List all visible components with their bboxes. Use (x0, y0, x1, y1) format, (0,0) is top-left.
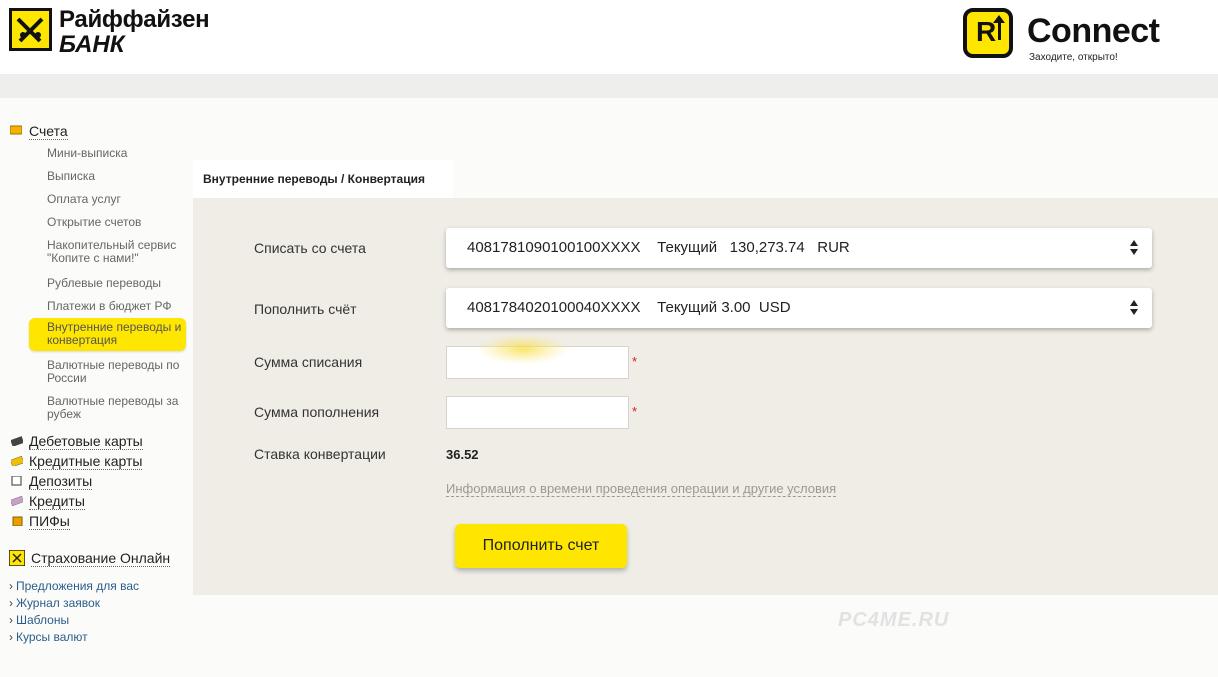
r-connect-logo[interactable]: R Connect Заходите, открыто! (963, 7, 1183, 67)
bank-name-line1: Райффайзен (59, 6, 210, 33)
chevron-right-icon: › (9, 579, 13, 593)
header-band (0, 74, 1218, 98)
credit-amount-label: Сумма пополнения (254, 404, 380, 420)
submit-transfer-button[interactable]: Пополнить счет (455, 524, 627, 568)
raiffeisen-logo[interactable]: Райффайзен БАНК (9, 6, 219, 58)
required-mark: * (632, 354, 638, 369)
required-mark: * (632, 404, 638, 419)
link-exchange-rates[interactable]: › Курсы валют (9, 630, 88, 644)
select-arrows-icon (1129, 238, 1139, 258)
debit-account-label: Списать со счета (254, 240, 366, 256)
debit-account-select[interactable]: 40817810901001​00XXXX Текущий 130,273.74… (446, 228, 1152, 268)
tab-internal-transfers[interactable]: Внутренние переводы / Конвертация (193, 160, 453, 198)
select-arrows-icon (1129, 298, 1139, 318)
debit-card-icon (11, 436, 23, 446)
sidebar-insurance[interactable]: Страхование Онлайн (31, 550, 171, 567)
sidebar-item-open-accounts[interactable]: Открытие счетов (47, 216, 187, 229)
credit-account-value: 4081784020100040XXXX Текущий 3.00 USD (467, 299, 791, 316)
sidebar-item-internal-transfers[interactable]: Внутренние переводы и конвертация (29, 318, 186, 351)
funds-icon (12, 516, 23, 526)
rate-label: Ставка конвертации (254, 446, 386, 462)
chevron-right-icon: › (9, 596, 13, 610)
sidebar-item-rub-transfers[interactable]: Рублевые переводы (47, 277, 187, 290)
sidebar-accounts[interactable]: Счета (29, 123, 68, 140)
rate-value: 36.52 (446, 447, 479, 462)
sidebar-item-budget-payments[interactable]: Платежи в бюджет РФ (47, 300, 187, 313)
sidebar-item-mini-statement[interactable]: Мини-выписка (47, 147, 187, 160)
sidebar-item-statement[interactable]: Выписка (47, 170, 187, 183)
blurred-value (478, 334, 568, 364)
credit-amount-input[interactable] (446, 396, 629, 429)
tab-label: Внутренние переводы / Конвертация (203, 172, 425, 186)
debit-amount-label: Сумма списания (254, 354, 363, 370)
bank-name-line2: БАНК (59, 31, 125, 58)
sidebar-credit-cards[interactable]: Кредитные карты (29, 453, 143, 470)
folder-icon (10, 125, 22, 135)
insurance-icon (9, 550, 25, 566)
sidebar-item-savings[interactable]: Накопительный сервис "Копите с нами!" (47, 239, 187, 265)
sidebar-credits[interactable]: Кредиты (29, 493, 85, 510)
credit-card-icon (11, 456, 23, 466)
sidebar-debit-cards[interactable]: Дебетовые карты (29, 433, 143, 450)
connect-title: Connect (1027, 12, 1160, 50)
credit-account-select[interactable]: 4081784020100040XXXX Текущий 3.00 USD (446, 288, 1152, 328)
top-header: Райффайзен БАНК R Connect Заходите, откр… (0, 0, 1218, 74)
raiffeisen-emblem-icon (9, 8, 52, 51)
sidebar-item-fx-russia[interactable]: Валютные переводы по России (47, 359, 187, 385)
credit-account-label: Пополнить счёт (254, 301, 357, 317)
r-connect-icon: R (963, 8, 1013, 58)
sidebar-deposits[interactable]: Депозиты (29, 473, 93, 490)
sidebar-item-fx-abroad[interactable]: Валютные переводы за рубеж (47, 395, 187, 421)
debit-account-value: 40817810901001​00XXXX Текущий 130,273.74… (467, 239, 850, 256)
chevron-right-icon: › (9, 613, 13, 627)
watermark: PC4ME.RU (838, 609, 950, 631)
link-request-log[interactable]: › Журнал заявок (9, 596, 100, 610)
sidebar-item-payments[interactable]: Оплата услуг (47, 193, 187, 206)
connect-subtitle: Заходите, открыто! (1029, 52, 1118, 63)
conditions-info-link[interactable]: Информация о времени проведения операции… (446, 481, 837, 497)
link-offers[interactable]: › Предложения для вас (9, 579, 139, 593)
link-templates[interactable]: › Шаблоны (9, 613, 69, 627)
chevron-right-icon: › (9, 630, 13, 644)
deposit-icon (11, 476, 22, 486)
credit-icon (11, 496, 23, 506)
sidebar-funds[interactable]: ПИФы (29, 513, 70, 530)
